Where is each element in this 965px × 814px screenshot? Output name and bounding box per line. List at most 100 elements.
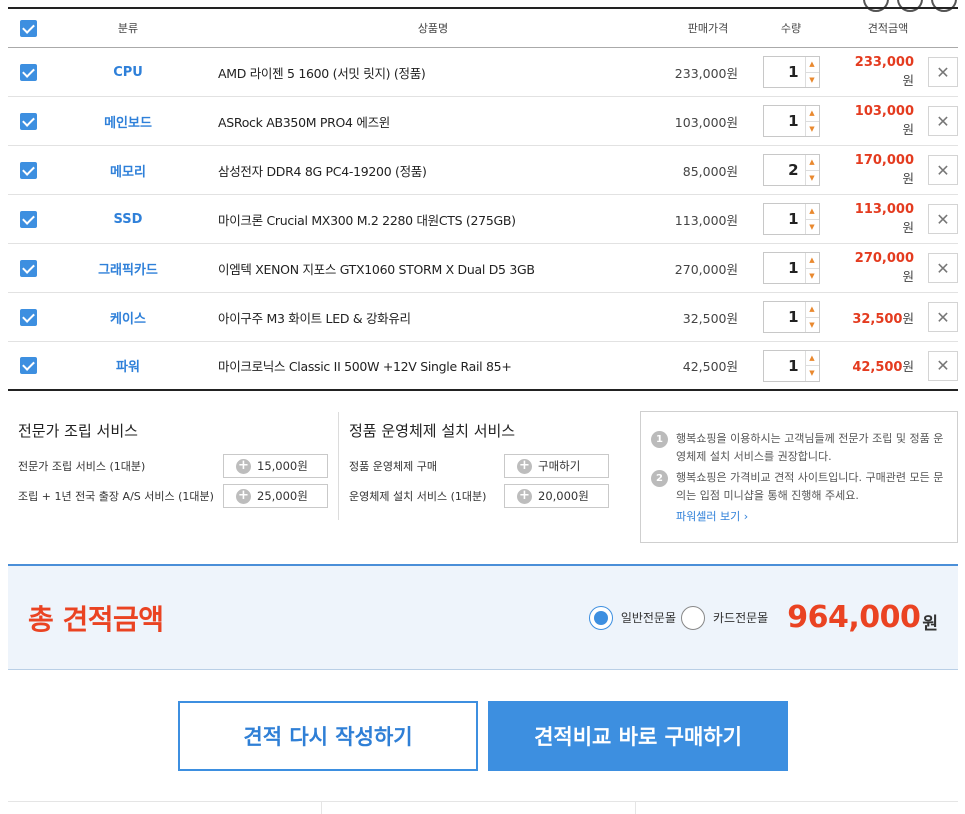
plus-circle-icon: + <box>236 488 251 504</box>
header-name: 상품명 <box>417 22 449 35</box>
increase-icon[interactable]: ▲ <box>805 302 819 318</box>
item-name[interactable]: 마이크로닉스 Classic II 500W +12V Single Rail … <box>208 356 658 375</box>
notice-text-1: 행복쇼핑을 이용하시는 고객님들께 전문가 조립 및 정품 운영체제 설치 서비… <box>676 432 944 463</box>
item-checkbox[interactable] <box>19 308 37 326</box>
delete-item-button[interactable]: ✕ <box>928 350 958 381</box>
item-name[interactable]: AMD 라이젠 5 1600 (서밋 릿지) (정품) <box>208 63 658 82</box>
item-name[interactable]: ASRock AB350M PRO4 에즈윈 <box>208 112 658 131</box>
item-checkbox[interactable] <box>19 112 37 130</box>
quantity-stepper[interactable]: 1 ▲ ▼ <box>762 203 820 235</box>
increase-icon[interactable]: ▲ <box>805 253 819 269</box>
item-total: 170,000원 <box>854 153 914 186</box>
item-checkbox[interactable] <box>19 357 37 374</box>
item-total: 32,500원 <box>852 310 914 327</box>
grand-total-unit: 원 <box>922 614 938 634</box>
quantity-value[interactable]: 1 <box>764 259 805 277</box>
assembly-option-button[interactable]: +15,000원 <box>223 454 328 478</box>
item-total: 103,000원 <box>854 104 914 137</box>
item-category: 케이스 <box>110 311 146 327</box>
quantity-value[interactable]: 1 <box>764 210 805 228</box>
decrease-icon[interactable]: ▼ <box>806 171 819 186</box>
item-total: 42,500원 <box>852 359 914 375</box>
card-mall-radio[interactable] <box>681 605 706 630</box>
assembly-as-button[interactable]: +25,000원 <box>223 484 328 508</box>
delete-item-button[interactable]: ✕ <box>928 302 958 332</box>
quantity-value[interactable]: 1 <box>764 63 805 81</box>
increase-icon[interactable]: ▲ <box>805 155 819 171</box>
item-category: 메인보드 <box>104 115 152 131</box>
item-category: 메모리 <box>110 164 146 180</box>
os-install-button[interactable]: +20,000원 <box>504 484 609 508</box>
item-price: 270,000원 <box>674 261 738 277</box>
total-summary: 총 견적금액 일반전문몰 카드전문몰 964,000 원 <box>8 564 958 670</box>
item-name[interactable]: 이엠텍 XENON 지포스 GTX1060 STORM X Dual D5 3G… <box>208 259 658 278</box>
quantity-value[interactable]: 2 <box>764 161 805 179</box>
delete-item-button[interactable]: ✕ <box>928 155 958 185</box>
notice-text-2: 행복쇼핑은 가격비교 견적 사이트입니다. 구매관련 모든 문의는 입점 미니샵… <box>676 471 944 502</box>
increase-icon[interactable]: ▲ <box>805 351 819 366</box>
item-category: 파워 <box>116 360 140 375</box>
item-name[interactable]: 삼성전자 DDR4 8G PC4-19200 (정품) <box>208 161 658 180</box>
quantity-stepper[interactable]: 1 ▲ ▼ <box>762 56 820 88</box>
number-1-icon: 1 <box>651 431 668 448</box>
delete-item-button[interactable]: ✕ <box>928 204 958 234</box>
general-mall-label[interactable]: 일반전문몰 <box>621 609 676 626</box>
increase-icon[interactable]: ▲ <box>805 204 819 220</box>
item-price: 113,000원 <box>674 212 738 228</box>
powerseller-link[interactable]: 파워셀러 보기 › <box>676 508 947 526</box>
header-total: 견적금액 <box>867 22 909 35</box>
delete-item-button[interactable]: ✕ <box>928 57 958 87</box>
table-row: CPU AMD 라이젠 5 1600 (서밋 릿지) (정품) 233,000원… <box>8 48 958 97</box>
plus-circle-icon: + <box>517 488 532 504</box>
notice-box: 1 행복쇼핑을 이용하시는 고객님들께 전문가 조립 및 정품 운영체제 설치 서… <box>640 411 958 543</box>
increase-icon[interactable]: ▲ <box>805 106 819 122</box>
close-icon: ✕ <box>936 356 950 375</box>
table-row: 메인보드 ASRock AB350M PRO4 에즈윈 103,000원 1 ▲ ▼… <box>8 97 958 146</box>
decrease-icon[interactable]: ▼ <box>806 269 819 284</box>
close-icon: ✕ <box>936 258 950 278</box>
close-icon: ✕ <box>936 307 950 327</box>
card-mall-label[interactable]: 카드전문몰 <box>713 609 768 626</box>
increase-icon[interactable]: ▲ <box>805 57 819 73</box>
item-checkbox[interactable] <box>19 63 37 81</box>
table-row: 그래픽카드 이엠텍 XENON 지포스 GTX1060 STORM X Dual… <box>8 244 958 293</box>
decrease-icon[interactable]: ▼ <box>806 122 819 137</box>
general-mall-radio[interactable] <box>588 605 613 630</box>
quantity-value[interactable]: 1 <box>764 112 805 130</box>
number-2-icon: 2 <box>651 470 668 487</box>
decrease-icon[interactable]: ▼ <box>806 366 819 381</box>
assembly-service: 전문가 조립 서비스 전문가 조립 서비스 (1대분) +15,000원 조립 +… <box>18 420 328 511</box>
os-buy-button[interactable]: + 구매하기 <box>504 454 609 478</box>
item-category: CPU <box>113 64 143 80</box>
quantity-stepper[interactable]: 1 ▲ ▼ <box>762 252 820 284</box>
close-icon: ✕ <box>936 209 950 229</box>
item-checkbox[interactable] <box>19 210 37 228</box>
item-checkbox[interactable] <box>19 161 37 179</box>
delete-item-button[interactable]: ✕ <box>928 106 958 136</box>
item-price: 85,000원 <box>682 163 738 179</box>
quantity-stepper[interactable]: 1 ▲ ▼ <box>762 349 820 382</box>
decrease-icon[interactable]: ▼ <box>806 220 819 235</box>
header-category: 분류 <box>117 22 139 35</box>
close-icon: ✕ <box>936 111 950 131</box>
quantity-stepper[interactable]: 2 ▲ ▼ <box>762 154 820 186</box>
item-price: 233,000원 <box>674 65 738 81</box>
select-all-checkbox[interactable] <box>19 19 37 37</box>
reset-estimate-button[interactable]: 견적 다시 작성하기 <box>178 701 478 771</box>
plus-circle-icon: + <box>236 458 251 474</box>
close-icon: ✕ <box>936 160 950 180</box>
quantity-value[interactable]: 1 <box>764 308 805 326</box>
item-name[interactable]: 마이크론 Crucial MX300 M.2 2280 대원CTS (275GB… <box>208 210 658 229</box>
bottom-divider <box>8 801 958 814</box>
quantity-value[interactable]: 1 <box>764 357 805 375</box>
os-install-label: 운영체제 설치 서비스 (1대분) <box>349 490 487 503</box>
buy-now-button[interactable]: 견적비교 바로 구매하기 <box>488 701 788 771</box>
table-row: 케이스 아이구주 M3 화이트 LED & 강화유리 32,500원 1 ▲ ▼ 3… <box>8 293 958 342</box>
quantity-stepper[interactable]: 1 ▲ ▼ <box>762 105 820 137</box>
delete-item-button[interactable]: ✕ <box>928 253 958 283</box>
decrease-icon[interactable]: ▼ <box>806 318 819 333</box>
item-name[interactable]: 아이구주 M3 화이트 LED & 강화유리 <box>208 308 658 327</box>
item-checkbox[interactable] <box>19 259 37 277</box>
decrease-icon[interactable]: ▼ <box>806 73 819 88</box>
quantity-stepper[interactable]: 1 ▲ ▼ <box>762 301 820 333</box>
